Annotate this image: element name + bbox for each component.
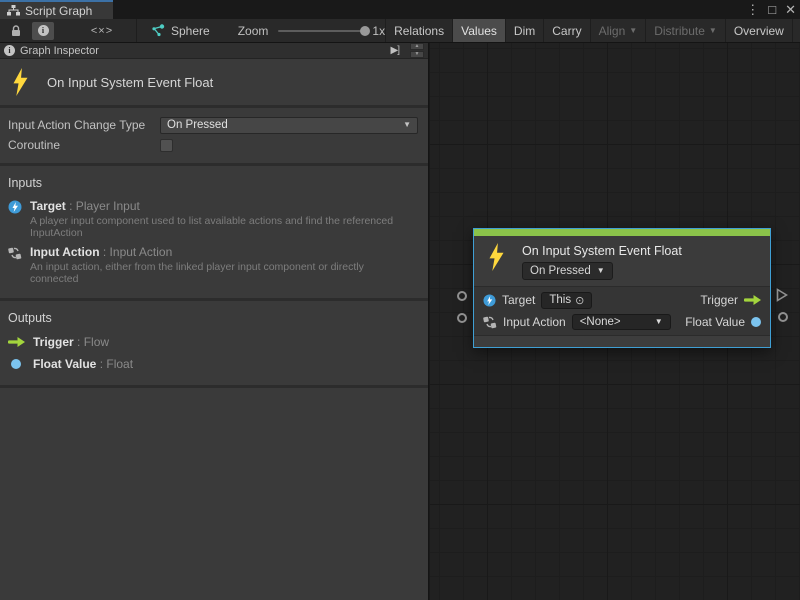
align-button[interactable]: Align▼ — [590, 19, 646, 42]
target-object-chip[interactable]: This ⊙ — [541, 292, 592, 309]
coroutine-row: Coroutine — [0, 135, 428, 155]
full-screen-button[interactable]: Full Screen — [792, 19, 800, 42]
inspector-header: i Graph Inspector ▶] ▲ ▼ — [0, 43, 428, 59]
info-icon: i — [38, 25, 49, 36]
flow-port-icon — [776, 288, 788, 302]
toolbar-left: i <×> Sphere Zoom 1x — [0, 19, 385, 42]
port-description: A player input component used to list av… — [30, 215, 412, 239]
object-picker-icon[interactable]: ⊙ — [575, 294, 584, 307]
dock-panel-icon[interactable]: ▶] — [391, 45, 399, 56]
output-port-float-value: Float Value : Float — [0, 353, 428, 375]
node-header[interactable]: On Input System Event Float On Pressed ▼ — [474, 236, 770, 286]
node-summary: On Input System Event Float — [0, 59, 428, 108]
maximize-icon[interactable]: □ — [768, 0, 776, 19]
outputs-section: Outputs Trigger : Flow Float Value : Flo… — [0, 301, 428, 388]
node-settings: Input Action Change Type On Pressed ▼ Co… — [0, 108, 428, 166]
input-action-dropdown[interactable]: <None> ▼ — [572, 314, 671, 330]
node-mode-dropdown[interactable]: On Pressed ▼ — [522, 262, 613, 280]
inputs-section: Inputs Target : Player Input A player in… — [0, 166, 428, 301]
lock-button[interactable] — [5, 22, 27, 40]
target-port-label: Target — [502, 293, 535, 307]
values-button[interactable]: Values — [452, 19, 505, 42]
inspected-node-title: On Input System Event Float — [47, 75, 213, 90]
relations-button[interactable]: Relations — [385, 19, 452, 42]
change-type-row: Input Action Change Type On Pressed ▼ — [0, 115, 428, 135]
input-port-action-socket[interactable] — [457, 313, 467, 323]
chevron-down-icon: ▼ — [403, 121, 411, 129]
port-description: An input action, either from the linked … — [30, 261, 412, 285]
zoom-control: Zoom 1x — [238, 24, 385, 38]
inspector-toggle-button[interactable]: i — [32, 22, 54, 40]
tab-title: Script Graph — [25, 4, 92, 18]
node-row-action-float: Input Action <None> ▼ Float Value — [474, 311, 770, 333]
input-action-port-label: Input Action — [503, 315, 566, 329]
flow-arrow-icon — [8, 337, 25, 347]
dim-button[interactable]: Dim — [505, 19, 543, 42]
graph-asset-icon — [151, 24, 165, 37]
inputs-heading: Inputs — [0, 172, 428, 196]
event-node[interactable]: On Input System Event Float On Pressed ▼… — [473, 228, 771, 348]
float-value-icon — [11, 359, 21, 369]
zoom-slider-knob[interactable] — [360, 26, 370, 36]
node-color-bar — [474, 229, 770, 236]
script-graph-icon — [7, 5, 20, 16]
graph-reference[interactable]: Sphere — [151, 24, 210, 38]
panel-spinner: ▲ ▼ — [410, 43, 424, 58]
coroutine-label: Coroutine — [8, 138, 160, 152]
input-port-input-action: Input Action : Input Action An input act… — [0, 242, 428, 288]
float-value-port-label: Float Value — [685, 315, 745, 329]
output-port-trigger: Trigger : Flow — [0, 331, 428, 353]
input-port-target: Target : Player Input A player input com… — [0, 196, 428, 242]
change-type-dropdown[interactable]: On Pressed ▼ — [160, 117, 418, 134]
graph-toolbar: i <×> Sphere Zoom 1x Relations Values Di… — [0, 19, 800, 43]
overview-button[interactable]: Overview — [725, 19, 792, 42]
output-port-trigger-socket[interactable] — [776, 288, 788, 302]
graph-canvas[interactable]: On Input System Event Float On Pressed ▼… — [430, 43, 800, 600]
window-menu-icon[interactable]: ⋮ — [746, 0, 759, 19]
node-title: On Input System Event Float — [522, 243, 682, 258]
event-bolt-icon — [488, 243, 505, 271]
lock-icon — [11, 25, 21, 37]
toolbar-separator — [136, 19, 137, 42]
zoom-value: 1x — [372, 24, 385, 38]
chevron-down-icon: ▼ — [655, 318, 663, 326]
toolbar-buttons: Relations Values Dim Carry Align▼ Distri… — [385, 19, 800, 42]
distribute-button[interactable]: Distribute▼ — [645, 19, 725, 42]
tab-bar: Script Graph ⋮ □ ✕ — [0, 0, 800, 19]
outputs-heading: Outputs — [0, 307, 428, 331]
float-value-icon — [751, 317, 761, 327]
carry-button[interactable]: Carry — [543, 19, 589, 42]
graph-inspector-panel: i Graph Inspector ▶] ▲ ▼ On Input System… — [0, 43, 429, 600]
code-view-button[interactable]: <×> — [82, 25, 122, 37]
chevron-down-icon: ▼ — [629, 27, 637, 35]
spin-up-button[interactable]: ▲ — [410, 43, 424, 50]
player-input-icon — [483, 294, 496, 307]
coroutine-checkbox[interactable] — [160, 139, 173, 152]
inspector-title: Graph Inspector — [20, 45, 99, 57]
input-action-icon — [8, 246, 22, 260]
inspector-empty-area — [0, 388, 428, 600]
node-row-target-trigger: Target This ⊙ Trigger — [474, 289, 770, 311]
trigger-port-label: Trigger — [700, 293, 738, 307]
zoom-slider[interactable] — [278, 30, 366, 32]
node-body: Target This ⊙ Trigger — [474, 286, 770, 336]
input-action-icon — [483, 315, 497, 329]
change-type-label: Input Action Change Type — [8, 118, 160, 132]
chevron-down-icon: ▼ — [709, 27, 717, 35]
graph-name: Sphere — [171, 24, 210, 38]
input-port-target-socket[interactable] — [457, 291, 467, 301]
zoom-label: Zoom — [238, 24, 269, 38]
spin-down-button[interactable]: ▼ — [410, 51, 424, 58]
event-bolt-icon — [12, 68, 29, 96]
player-input-icon — [8, 200, 22, 214]
chevron-down-icon: ▼ — [597, 267, 605, 275]
tab-script-graph[interactable]: Script Graph — [0, 0, 113, 19]
output-port-float-socket[interactable] — [778, 312, 788, 322]
node-footer — [474, 336, 770, 347]
flow-arrow-icon — [744, 295, 761, 305]
close-icon[interactable]: ✕ — [785, 0, 796, 19]
window-controls: ⋮ □ ✕ — [746, 0, 796, 19]
info-icon: i — [4, 45, 15, 56]
